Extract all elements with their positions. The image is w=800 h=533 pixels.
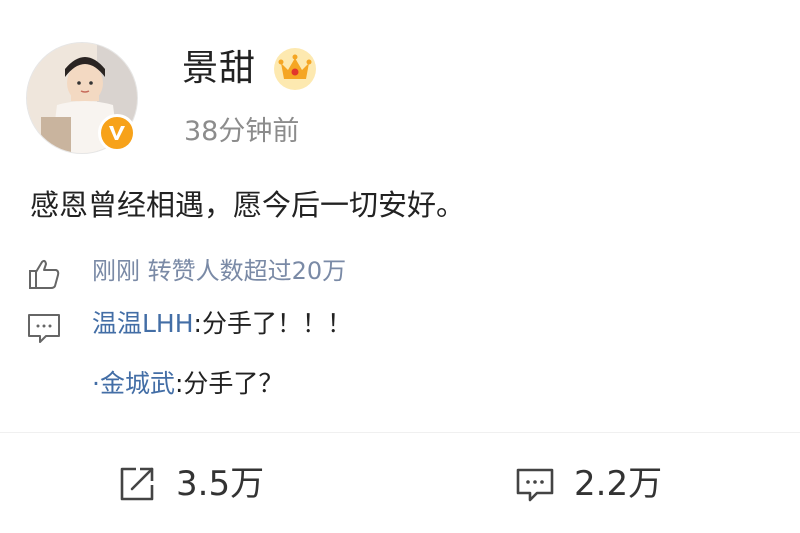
comment-separator: : [193, 309, 202, 338]
comment-text: 分手了！！！ [201, 309, 352, 338]
like-summary[interactable]: 刚刚 转赞人数超过20万 [92, 254, 346, 288]
post-timestamp: 38分钟前 [184, 116, 300, 147]
footer-divider [0, 432, 800, 433]
commenter-name[interactable]: 温温LHH [92, 309, 194, 338]
verified-v-icon [98, 114, 136, 152]
vip-crown-icon[interactable] [272, 46, 318, 92]
thumbs-up-icon[interactable] [26, 256, 62, 292]
weibo-post: 景甜 38分钟前 感恩曾经相遇，愿今后一切安好。 刚刚 转赞人数超过20万 温温… [0, 0, 800, 533]
share-icon [120, 467, 154, 501]
comment-bubble-icon[interactable] [26, 310, 62, 346]
comment-item[interactable]: ·金城武:分手了？ [92, 366, 283, 402]
comment-item[interactable]: 温温LHH:分手了！！！ [92, 306, 352, 342]
avatar-container[interactable] [26, 42, 138, 154]
comment-count: 2.2万 [574, 464, 663, 504]
share-count: 3.5万 [176, 464, 265, 504]
comment-button[interactable]: 2.2万 [514, 458, 662, 510]
share-button[interactable]: 3.5万 [116, 458, 264, 510]
username[interactable]: 景甜 [182, 44, 256, 94]
post-content: 感恩曾经相遇，愿今后一切安好。 [30, 188, 466, 222]
comment-text: 分手了？ [183, 369, 284, 398]
comment-bubble-icon [516, 468, 554, 502]
commenter-name[interactable]: ·金城武 [92, 369, 175, 398]
